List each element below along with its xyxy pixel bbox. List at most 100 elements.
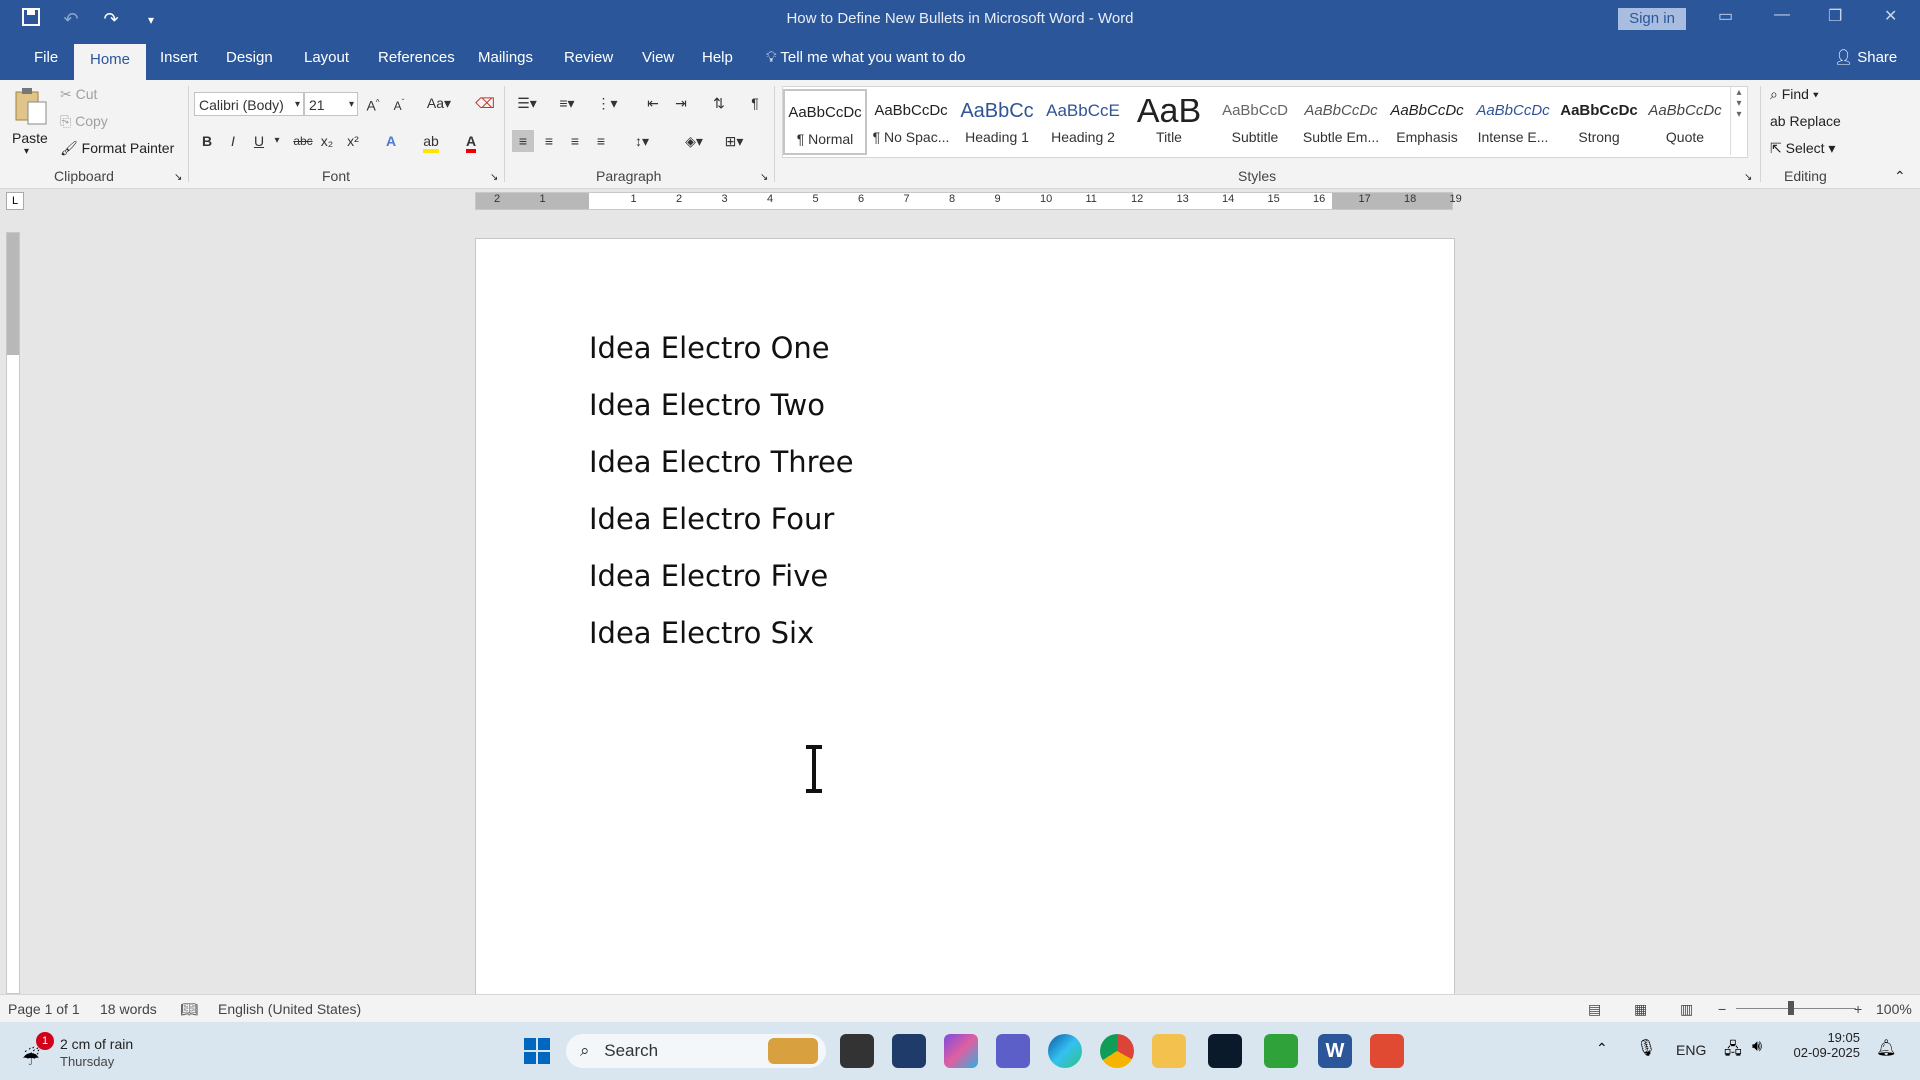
italic-button[interactable]: I bbox=[222, 130, 244, 152]
zoom-slider-handle[interactable] bbox=[1788, 1001, 1794, 1015]
sign-in-button[interactable]: Sign in bbox=[1618, 8, 1686, 30]
document-line[interactable]: Idea Electro Six bbox=[589, 616, 814, 650]
underline-dropdown-icon[interactable]: ▾ bbox=[266, 130, 288, 152]
ribbon-display-options-icon[interactable]: ▭ bbox=[1718, 6, 1733, 26]
font-size-box[interactable]: 21 ▾ bbox=[304, 92, 358, 116]
style-title[interactable]: AaB Title bbox=[1127, 89, 1211, 155]
align-center-icon[interactable]: ≡ bbox=[538, 130, 560, 152]
bold-button[interactable]: B bbox=[196, 130, 218, 152]
file-explorer-icon[interactable] bbox=[1152, 1034, 1186, 1068]
tab-design[interactable]: Design bbox=[210, 40, 289, 78]
shading-icon[interactable]: ◈▾ bbox=[678, 130, 710, 152]
font-launcher-icon[interactable]: ↘ bbox=[490, 172, 498, 183]
gallery-scroll[interactable]: ▴ ▾ ▾ bbox=[1730, 87, 1747, 155]
line-spacing-icon[interactable]: ↕▾ bbox=[626, 130, 658, 152]
style-normal[interactable]: AaBbCcDc ¶ Normal bbox=[783, 89, 867, 155]
tab-file[interactable]: File bbox=[18, 40, 74, 78]
sort-icon[interactable]: ⇅ bbox=[708, 92, 730, 114]
clipboard-launcher-icon[interactable]: ↘ bbox=[174, 172, 182, 183]
shrink-font-icon[interactable]: Aˇ bbox=[388, 92, 410, 114]
vertical-ruler[interactable] bbox=[6, 232, 20, 994]
tab-help[interactable]: Help bbox=[686, 40, 749, 78]
style-subtle-emphasis[interactable]: AaBbCcDc Subtle Em... bbox=[1299, 89, 1383, 155]
font-name-box[interactable]: Calibri (Body) ▾ bbox=[194, 92, 304, 116]
tab-layout[interactable]: Layout bbox=[288, 40, 365, 78]
style-strong[interactable]: AaBbCcDc Strong bbox=[1557, 89, 1641, 155]
language-indicator[interactable]: ENG bbox=[1676, 1042, 1706, 1058]
print-layout-icon[interactable]: ▦ bbox=[1634, 1001, 1647, 1018]
tab-review[interactable]: Review bbox=[548, 40, 629, 78]
zoom-level[interactable]: 100% bbox=[1876, 1001, 1912, 1017]
restore-icon[interactable]: ❐ bbox=[1828, 6, 1842, 26]
style-quote[interactable]: AaBbCcDc Quote bbox=[1643, 89, 1727, 155]
highlight-icon[interactable]: ab bbox=[420, 130, 442, 153]
paste-button[interactable]: Paste bbox=[12, 130, 48, 146]
web-layout-icon[interactable]: ▥ bbox=[1680, 1001, 1693, 1018]
volume-icon[interactable]: 🔊︎ bbox=[1752, 1038, 1762, 1056]
document-line[interactable]: Idea Electro Three bbox=[589, 445, 854, 479]
tab-mailings[interactable]: Mailings bbox=[462, 40, 549, 78]
justify-icon[interactable]: ≡ bbox=[590, 130, 612, 152]
tab-insert[interactable]: Insert bbox=[144, 40, 214, 78]
word-count[interactable]: 18 words bbox=[100, 1001, 157, 1017]
notifications-icon[interactable]: 🔔︎ bbox=[1876, 1038, 1896, 1058]
style-heading-2[interactable]: AaBbCcE Heading 2 bbox=[1041, 89, 1125, 155]
task-view-icon[interactable] bbox=[840, 1034, 874, 1068]
chevron-up-icon[interactable]: ⌃ bbox=[1596, 1040, 1608, 1057]
change-case-button[interactable]: Aa▾ bbox=[422, 92, 456, 114]
subscript-button[interactable]: x₂ bbox=[316, 130, 338, 152]
read-mode-icon[interactable]: ▤ bbox=[1588, 1001, 1601, 1018]
document-area[interactable]: Idea Electro One Idea Electro Two Idea E… bbox=[26, 212, 1920, 994]
select-button[interactable]: ⇱ Select ▾ bbox=[1770, 140, 1835, 157]
tab-references[interactable]: References bbox=[362, 40, 471, 78]
bullets-icon[interactable]: ☰▾ bbox=[512, 92, 542, 114]
teams-icon[interactable] bbox=[996, 1034, 1030, 1068]
microphone-icon[interactable]: 🎙︎ bbox=[1636, 1038, 1656, 1058]
clock[interactable]: 19:05 02-09-2025 bbox=[1790, 1030, 1861, 1060]
chrome-icon[interactable] bbox=[1100, 1034, 1134, 1068]
document-line[interactable]: Idea Electro Five bbox=[589, 559, 828, 593]
taskbar-search[interactable]: ⌕ Search bbox=[566, 1034, 826, 1068]
network-icon[interactable]: 🖧︎ bbox=[1724, 1038, 1742, 1065]
style-heading-1[interactable]: AaBbCc Heading 1 bbox=[955, 89, 1039, 155]
tab-home[interactable]: Home bbox=[74, 44, 147, 80]
tell-me-search[interactable]: 💡︎ Tell me what you want to do bbox=[766, 40, 966, 78]
paste-icon[interactable] bbox=[12, 86, 48, 126]
copy-button[interactable]: ⎘ Copy bbox=[60, 113, 108, 130]
document-page[interactable]: Idea Electro One Idea Electro Two Idea E… bbox=[475, 238, 1455, 994]
format-painter-button[interactable]: 🖌︎ Format Painter bbox=[60, 140, 174, 157]
zoom-slider-track[interactable] bbox=[1736, 1008, 1856, 1009]
find-button[interactable]: ⌕ Find ▾ bbox=[1770, 86, 1819, 103]
borders-icon[interactable]: ⊞▾ bbox=[718, 130, 750, 152]
copilot-icon[interactable] bbox=[944, 1034, 978, 1068]
close-icon[interactable]: ✕ bbox=[1884, 6, 1897, 26]
document-line[interactable]: Idea Electro Two bbox=[589, 388, 825, 422]
windows-start-icon[interactable] bbox=[520, 1034, 554, 1068]
app-icon[interactable] bbox=[1370, 1034, 1404, 1068]
app-icon[interactable] bbox=[892, 1034, 926, 1068]
multilevel-list-icon[interactable]: ⋮▾ bbox=[592, 92, 622, 114]
strikethrough-button[interactable]: abc bbox=[290, 130, 316, 152]
cut-button[interactable]: ✂ Cut bbox=[60, 86, 97, 103]
tab-selector-icon[interactable]: L bbox=[6, 192, 24, 210]
paste-dropdown-icon[interactable]: ▾ bbox=[24, 146, 29, 157]
replace-button[interactable]: ab Replace bbox=[1770, 113, 1841, 129]
clear-formatting-icon[interactable]: ⌫ bbox=[474, 92, 496, 114]
style-emphasis[interactable]: AaBbCcDc Emphasis bbox=[1385, 89, 1469, 155]
style-no-spacing[interactable]: AaBbCcDc ¶ No Spac... bbox=[869, 89, 953, 155]
page-count[interactable]: Page 1 of 1 bbox=[8, 1001, 80, 1017]
document-line[interactable]: Idea Electro Four bbox=[589, 502, 834, 536]
style-subtitle[interactable]: AaBbCcD Subtitle bbox=[1213, 89, 1297, 155]
grow-font-icon[interactable]: A^ bbox=[362, 92, 384, 114]
share-button[interactable]: 👤︎ Share bbox=[1834, 40, 1897, 78]
app-icon[interactable] bbox=[1208, 1034, 1242, 1068]
increase-indent-icon[interactable]: ⇥ bbox=[670, 92, 692, 114]
styles-launcher-icon[interactable]: ↘ bbox=[1744, 172, 1752, 183]
edge-icon[interactable] bbox=[1048, 1034, 1082, 1068]
document-line[interactable]: Idea Electro One bbox=[589, 331, 830, 365]
style-intense-emphasis[interactable]: AaBbCcDc Intense E... bbox=[1471, 89, 1555, 155]
numbering-icon[interactable]: ≡▾ bbox=[552, 92, 582, 114]
zoom-out-button[interactable]: − bbox=[1718, 1001, 1726, 1017]
word-icon[interactable]: W bbox=[1318, 1034, 1352, 1068]
zoom-in-button[interactable]: + bbox=[1854, 1001, 1862, 1017]
